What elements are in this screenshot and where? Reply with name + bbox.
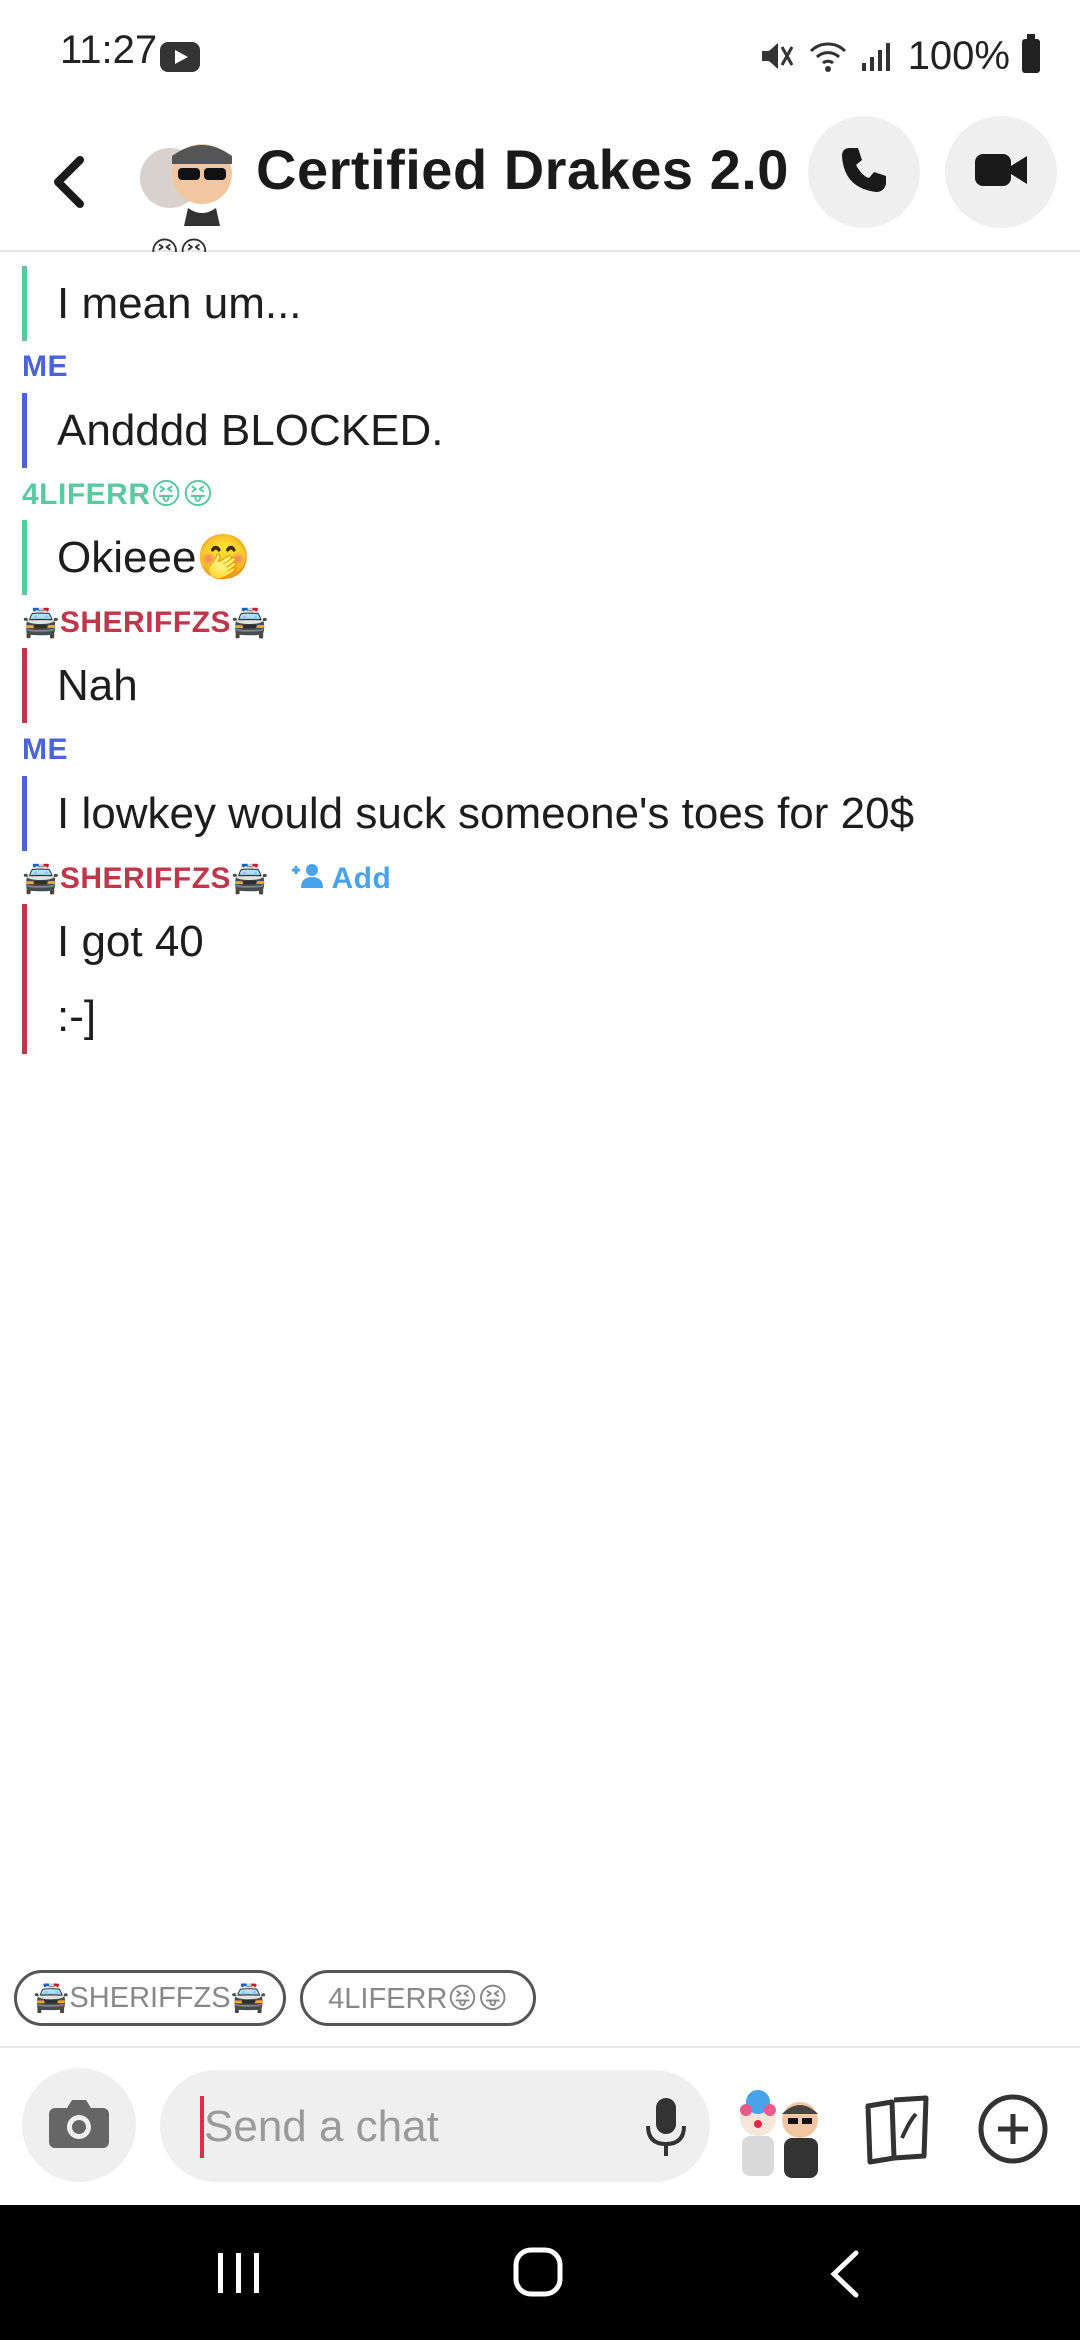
signal-icon — [858, 37, 896, 75]
chat-input-container[interactable] — [160, 2070, 710, 2182]
mute-icon — [758, 37, 796, 75]
sender-name[interactable]: 🚔SHERIFFZS🚔 — [22, 605, 269, 640]
mention-chip-4liferr[interactable]: 4LIFERR😝😝 — [300, 1970, 536, 2026]
add-friend-icon — [290, 862, 332, 895]
chat-title[interactable]: Certified Drakes 2.0 — [256, 137, 789, 202]
call-button[interactable] — [808, 116, 920, 228]
stickers-button[interactable] — [858, 2090, 938, 2170]
sender-row: 🚔SHERIFFZS🚔 Add — [22, 861, 391, 896]
battery-icon — [1022, 34, 1040, 73]
message-text: :-] — [57, 992, 97, 1041]
microphone-icon — [636, 2098, 696, 2172]
partial-sender-emoji: 😝😝 — [150, 238, 208, 252]
message-bubble[interactable]: I lowkey would suck someone's toes for 2… — [22, 776, 914, 851]
sender-name: ME — [22, 350, 68, 383]
cards-icon — [858, 2095, 938, 2174]
camera-button[interactable] — [22, 2068, 136, 2182]
message-bubble[interactable]: I got 40 :-] — [22, 904, 204, 1054]
message-text: I lowkey would suck someone's toes for 2… — [57, 789, 915, 838]
camera-icon — [47, 2096, 111, 2155]
message-bubble[interactable]: Andddd BLOCKED. — [22, 393, 443, 468]
youtube-notification-icon — [160, 42, 200, 72]
recents-button[interactable] — [214, 2253, 264, 2293]
message-text: I mean um... — [57, 279, 302, 328]
mention-chip-sheriffzs[interactable]: 🚔SHERIFFZS🚔 — [14, 1970, 286, 2026]
sender-name[interactable]: 4LIFERR😝😝 — [22, 477, 214, 512]
status-bar: 11:27 100% — [0, 0, 1080, 112]
chat-header: Certified Drakes 2.0 — [0, 112, 1080, 252]
microphone-button[interactable] — [636, 2088, 696, 2168]
message-bubble[interactable]: Okieee🤭 — [22, 520, 251, 595]
home-button[interactable] — [513, 2247, 563, 2297]
bitmoji-button[interactable] — [730, 2090, 830, 2180]
group-avatar[interactable] — [136, 122, 240, 226]
status-icons: 100% — [758, 28, 1040, 84]
chat-input[interactable] — [200, 2096, 626, 2158]
system-nav-bar — [0, 2205, 1080, 2340]
sender-name[interactable]: 🚔SHERIFFZS🚔 — [22, 862, 269, 895]
status-time: 11:27 — [60, 28, 158, 72]
message-bubble[interactable]: I mean um... — [22, 266, 302, 341]
plus-circle-icon — [976, 2094, 1050, 2170]
video-camera-icon — [973, 150, 1029, 195]
back-button[interactable] — [40, 142, 100, 222]
wifi-icon — [808, 37, 846, 75]
message-text: I got 40 — [57, 917, 204, 966]
add-label: Add — [331, 862, 392, 895]
battery-percent: 100% — [907, 33, 1010, 78]
video-call-button[interactable] — [945, 116, 1057, 228]
sender-name: ME — [22, 733, 68, 766]
add-friend-button[interactable]: Add — [290, 862, 392, 895]
message-text: Okieee🤭 — [57, 533, 252, 582]
system-back-button[interactable] — [826, 2249, 862, 2299]
phone-icon — [838, 144, 890, 201]
divider — [0, 2046, 1080, 2048]
message-text: Nah — [57, 661, 138, 710]
bitmoji-icon — [730, 2090, 830, 2184]
message-bubble[interactable]: Nah — [22, 648, 138, 723]
more-button[interactable] — [976, 2092, 1050, 2166]
message-text: Andddd BLOCKED. — [57, 406, 444, 455]
